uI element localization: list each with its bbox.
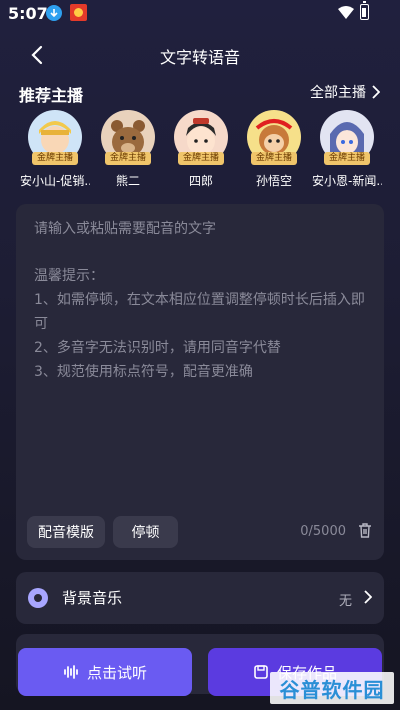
- page-title: 文字转语音: [159, 48, 240, 67]
- all-anchors-label: 全部主播: [310, 85, 366, 101]
- anchor-item[interactable]: 金牌主播 安小山-促销...: [20, 110, 90, 189]
- anchor-item[interactable]: 金牌主播 四郎: [166, 110, 236, 189]
- anchor-name: 四郎: [188, 174, 213, 188]
- gold-anchor-badge: 金牌主播: [324, 152, 370, 165]
- background-music-label: 背景音乐: [62, 589, 123, 607]
- all-anchors-link[interactable]: 全部主播: [310, 82, 380, 102]
- site-watermark: 谷普软件园: [270, 672, 394, 704]
- dubbing-template-button[interactable]: 配音模版: [27, 516, 105, 548]
- listen-preview-button[interactable]: 点击试听: [18, 648, 192, 696]
- listen-label: 点击试听: [86, 663, 147, 682]
- chevron-right-icon: [364, 590, 372, 604]
- gold-anchor-badge: 金牌主播: [251, 152, 297, 165]
- tip-line: 2、多音字无法识别时，请用同音字代替: [34, 340, 281, 356]
- anchor-list: 金牌主播 安小山-促销... 金牌主播 熊二 金牌主播 四郎 金牌主播 孙悟空 …: [0, 110, 400, 190]
- anchor-name: 孙悟空: [255, 174, 292, 188]
- text-input-area[interactable]: 请输入或粘贴需要配音的文字 温馨提示： 1、如需停顿，在文本相应位置调整停顿时长…: [16, 204, 384, 560]
- tips-block: 温馨提示： 1、如需停顿，在文本相应位置调整停顿时长后插入即可 2、多音字无法识…: [34, 264, 374, 384]
- gold-anchor-badge: 金牌主播: [32, 152, 78, 165]
- battery-icon: [360, 1, 369, 20]
- status-bar: 5:07: [0, 0, 400, 28]
- gold-anchor-badge: 金牌主播: [105, 152, 151, 165]
- anchor-item[interactable]: 金牌主播 熊二: [93, 110, 163, 189]
- download-notification-icon: [46, 5, 62, 21]
- music-disc-icon: [28, 588, 48, 608]
- status-time: 5:07: [8, 4, 48, 23]
- text-input-placeholder: 请输入或粘贴需要配音的文字: [34, 221, 216, 237]
- nav-bar: 文字转语音: [0, 36, 400, 72]
- wifi-icon: [338, 6, 354, 19]
- background-music-row[interactable]: 背景音乐 无: [16, 572, 384, 624]
- tip-line: 温馨提示：: [34, 268, 104, 284]
- section-title: 推荐主播: [19, 86, 84, 105]
- anchor-item[interactable]: 金牌主播 孙悟空: [239, 110, 309, 189]
- chevron-right-icon: [372, 85, 380, 99]
- pause-button[interactable]: 停顿: [113, 516, 178, 548]
- anchors-header: 推荐主播 全部主播: [0, 82, 400, 108]
- save-icon: [254, 665, 268, 679]
- tip-line: 1、如需停顿，在文本相应位置调整停顿时长后插入即可: [34, 292, 365, 332]
- character-counter: 0/5000: [300, 524, 346, 539]
- app-notification-icon: [70, 4, 87, 21]
- background-music-value: 无: [338, 594, 352, 609]
- trash-icon[interactable]: [358, 523, 372, 538]
- anchor-name: 安小山-促销...: [20, 174, 90, 188]
- sound-wave-icon: [64, 665, 78, 679]
- anchor-item[interactable]: 金牌主播 安小恩-新闻...: [312, 110, 382, 189]
- gold-anchor-badge: 金牌主播: [178, 152, 224, 165]
- anchor-name: 安小恩-新闻...: [312, 174, 382, 188]
- anchor-name: 熊二: [115, 174, 140, 188]
- tip-line: 3、规范使用标点符号，配音更准确: [34, 364, 253, 380]
